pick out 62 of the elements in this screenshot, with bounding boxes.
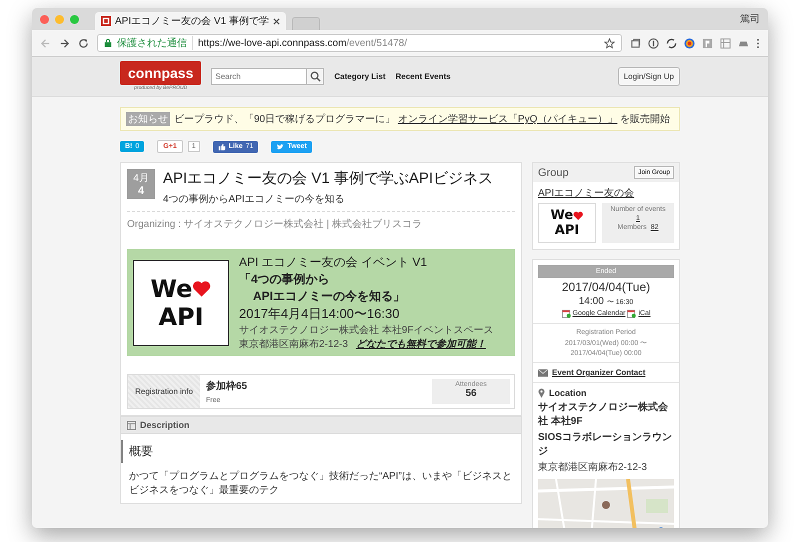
venue-address: 東京都港区南麻布2-12-3 (538, 460, 648, 474)
star-icon[interactable] (604, 38, 615, 48)
calendar-add-icon (562, 309, 570, 318)
profile-name[interactable]: 篤司 (740, 12, 760, 26)
banner-address: 東京都港区南麻布2-12-3 (239, 338, 348, 351)
lock-icon (104, 38, 112, 48)
registration-label: Registration info (128, 375, 200, 408)
quota-text: 参加枠65 (206, 380, 248, 393)
event-title: APIエコノミー友の会 V1 事例で学ぶAPIビジネス (163, 169, 494, 188)
search-button[interactable] (307, 68, 324, 84)
description-text: かつて「プログラムとプログラムをつなぐ」技術だった“API”は、いまや「ビジネスとビジネスをつなぐ」最重要のテク (129, 470, 513, 497)
calendar-add-icon (627, 309, 636, 318)
box-icon[interactable] (630, 38, 641, 48)
url-text: https://we-love-api.connpass.com/event/51478/ (198, 38, 408, 48)
close-tab-icon[interactable] (272, 18, 280, 24)
info-icon[interactable] (648, 38, 659, 48)
address-bar[interactable]: 保護された通信 https://we-love-api.connpass.com/event/51478/ (97, 34, 622, 52)
banner-heading: API エコノミー友の会 イベント V1 (239, 254, 428, 271)
target-icon[interactable] (684, 38, 695, 48)
search-icon (310, 70, 321, 82)
banner-tagline: 「4つの事例から (239, 271, 331, 288)
group-link[interactable]: APIエコノミー友の会 (538, 186, 674, 200)
login-button[interactable]: Login/Sign Up (618, 66, 680, 86)
browser-tab[interactable]: APIエコノミー友の会 V1 事例で学 (95, 12, 286, 30)
venue-room: SIOSコラボレーションラウンジ (538, 431, 673, 458)
favicon-icon (101, 16, 111, 26)
grid-icon[interactable] (720, 38, 731, 48)
site-logo[interactable]: connpass (120, 61, 202, 85)
location-pin-icon (538, 388, 545, 398)
section-title: Description (140, 420, 190, 430)
search-field[interactable]: Search (211, 68, 308, 84)
notice-badge: お知らせ (126, 112, 170, 126)
notice-link[interactable]: オンライン学習サービス「PyQ（パイキュー）」 (398, 114, 618, 125)
menu-icon[interactable] (756, 38, 760, 48)
group-heading: Group (538, 166, 569, 178)
nav-link[interactable]: Category List (334, 72, 386, 80)
event-date: 2017/04/04(Tue) (562, 280, 650, 294)
contact-link[interactable]: Event Organizer Contact (552, 368, 646, 377)
banner-venue: サイオステクノロジー株式会社 本社9Fイベントスペース (239, 324, 494, 337)
thumbs-up-icon (218, 142, 226, 150)
content-heading: 概要 (121, 440, 513, 463)
attendees-count: 56 (465, 388, 477, 399)
banner-tagline: APIエコノミーの今を知る」 (252, 288, 406, 305)
venue-name: サイオステクノロジー株式会社 本社9F (538, 400, 669, 428)
we-love-api-logo: We API (133, 260, 229, 346)
notice-text: ビープラウド、「90日で稼げるプログラマーに」 オンライン学習サービス「PyQ（パイキュー）」 を販売開始 (174, 112, 670, 126)
reload-icon[interactable] (78, 38, 89, 48)
nav-link[interactable]: Recent Events (395, 72, 451, 80)
bird-icon (276, 142, 284, 150)
document-icon (127, 420, 136, 430)
location-heading: Location (549, 388, 586, 398)
organizer-text: Organizing : サイオステクノロジー株式会社 | 株式会社ブリスコラ (127, 218, 423, 231)
mail-icon (538, 368, 548, 376)
sync-icon[interactable] (666, 38, 677, 48)
date-badge: 4月 4 (127, 169, 155, 199)
we-love-api-logo: We API (538, 203, 596, 243)
secure-label: 保護された通信 (117, 36, 193, 50)
banner-date: 2017年4月4日14:00〜16:30 (239, 305, 400, 323)
banner-note: どなたでも無料で参加可能！ (356, 338, 486, 351)
event-subtitle: 4つの事例からAPIエコノミーの今を知る (163, 192, 346, 206)
forward-icon[interactable] (59, 38, 70, 48)
start-time: 14:00 (578, 296, 604, 307)
